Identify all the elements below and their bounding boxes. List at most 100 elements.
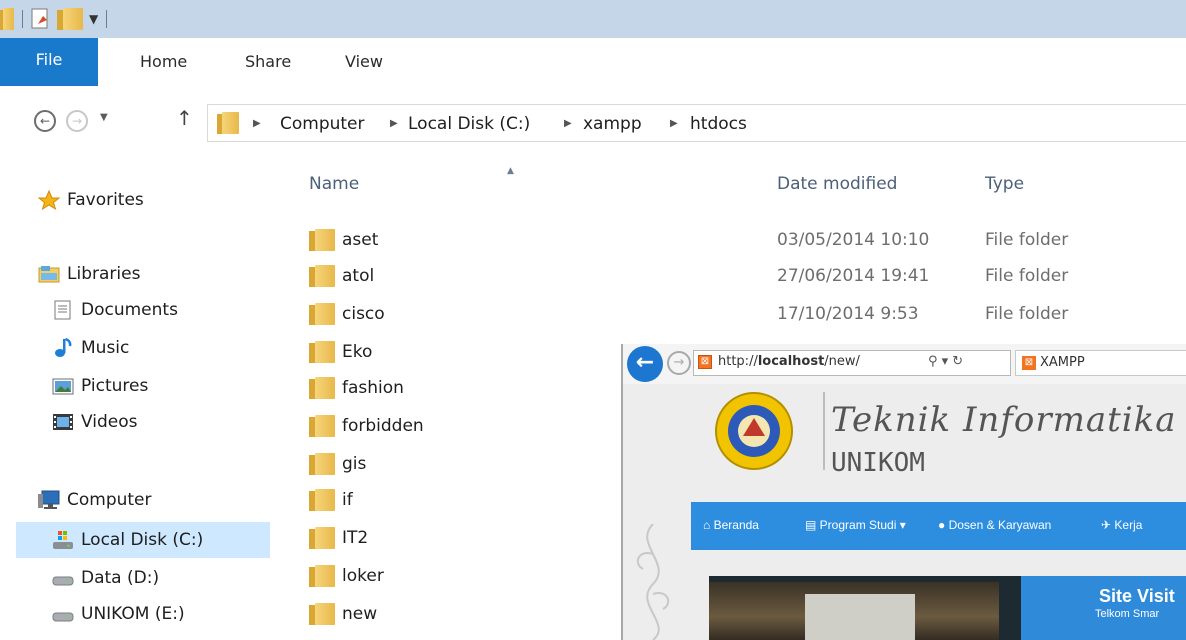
folder-icon [309,603,335,625]
menu-beranda[interactable]: ⌂ Beranda [703,518,759,532]
browser-url: http://localhost/new/ [718,354,860,369]
browser-window: ← → ⊠ http://localhost/new/ ⚲ ▾ ↻ ⊠ XAMP… [621,344,1186,640]
nav-data-d-label: Data (D:) [81,568,160,588]
nav-unikom-e[interactable]: UNIKOM (E:) [52,600,185,628]
nav-favorites-label: Favorites [67,190,144,210]
menu-dosen-karyawan[interactable]: ● Dosen & Karyawan [938,518,1051,532]
nav-videos[interactable]: Videos [52,408,138,436]
breadcrumb-xampp[interactable]: xampp [583,114,642,134]
folder-icon[interactable] [0,8,14,30]
up-arrow-icon[interactable]: ↑ [176,106,193,130]
file-row[interactable]: cisco 17/10/2014 9:53 File folder [275,296,1186,330]
properties-icon[interactable] [31,8,51,30]
file-date: 17/10/2014 9:53 [777,304,919,324]
menu-kerja-label: Kerja [1114,518,1143,532]
folder-icon [217,112,239,134]
recent-locations-icon[interactable]: ▼ [100,112,108,123]
browser-toolbar: ← → ⊠ http://localhost/new/ ⚲ ▾ ↻ ⊠ XAMP… [623,344,1186,385]
folder-icon [309,303,335,325]
column-header-name[interactable]: Name [309,174,359,194]
system-drive-icon [52,530,74,550]
navigation-pane: Favorites Libraries Documents Music Pict… [0,162,275,640]
file-name: fashion [342,378,404,398]
slide-subtext: Telkom Smar [1095,608,1160,620]
web-page: Teknik Informatika UNIKOM ⌂ Beranda ▤ Pr… [623,384,1186,640]
tab-home[interactable]: Home [140,38,187,86]
menu-beranda-label: Beranda [713,518,759,532]
folder-icon [309,229,335,251]
nav-favorites[interactable]: Favorites [37,186,144,214]
nav-libraries-label: Libraries [67,264,141,284]
file-row[interactable]: atol 27/06/2014 19:41 File folder [275,258,1186,292]
site-title: Teknik Informatika [831,400,1177,440]
libraries-icon [38,264,60,284]
url-host: localhost [757,354,825,369]
computer-icon [38,490,60,510]
search-refresh-icons[interactable]: ⚲ ▾ ↻ [928,354,963,369]
chevron-right-icon[interactable]: ▶ [253,118,261,129]
address-toolbar: ← → ▼ ↑ ▶ Computer ▶ Local Disk (C:) ▶ x… [0,86,1186,162]
nav-documents[interactable]: Documents [52,296,178,324]
column-header-date-modified[interactable]: Date modified [777,174,897,194]
nav-computer[interactable]: Computer [38,486,152,514]
file-name: cisco [342,304,385,324]
browser-address-bar[interactable]: ⊠ http://localhost/new/ ⚲ ▾ ↻ [693,350,1011,376]
nav-libraries[interactable]: Libraries [38,260,140,288]
star-icon [37,189,61,211]
tab-view[interactable]: View [345,38,383,86]
nav-pictures-label: Pictures [81,376,149,396]
folder-icon [309,565,335,587]
chevron-right-icon[interactable]: ▶ [390,118,398,129]
browser-back-button[interactable]: ← [627,346,663,382]
pictures-icon [52,376,74,396]
window-title-bar: ▼ [0,0,1186,38]
tab-file[interactable]: File [0,38,98,86]
file-name: if [342,490,353,510]
chevron-right-icon[interactable]: ▶ [564,118,572,129]
column-header-type[interactable]: Type [985,174,1024,194]
xampp-favicon-icon: ⊠ [1022,356,1036,370]
url-path: /new/ [824,354,860,369]
file-type: File folder [985,230,1069,250]
forward-button[interactable]: → [66,110,88,132]
file-name: forbidden [342,416,424,436]
unikom-logo-icon [715,392,793,470]
folder-icon [309,453,335,475]
nav-unikom-e-label: UNIKOM (E:) [81,604,185,624]
menu-program-studi[interactable]: ▤ Program Studi ▾ [805,518,906,532]
header-divider [823,392,825,470]
address-bar[interactable]: ▶ Computer ▶ Local Disk (C:) ▶ xampp ▶ h… [207,104,1186,142]
nav-data-d[interactable]: Data (D:) [52,564,159,592]
file-date: 27/06/2014 19:41 [777,266,930,286]
file-name: Eko [342,342,373,362]
breadcrumb-htdocs[interactable]: htdocs [690,114,747,134]
menu-kerja[interactable]: ✈ Kerja [1101,518,1142,532]
xampp-favicon-icon: ⊠ [698,355,712,369]
menu-program-studi-label: Program Studi [819,518,897,532]
customize-toolbar-dropdown-icon[interactable]: ▼ [89,12,98,26]
browser-tab[interactable]: ⊠ XAMPP [1015,350,1186,376]
nav-music[interactable]: Music [52,334,129,362]
folder-icon [309,377,335,399]
chevron-right-icon[interactable]: ▶ [670,118,678,129]
new-folder-icon[interactable] [57,8,83,30]
file-name: aset [342,230,379,250]
folder-icon [309,489,335,511]
url-scheme: http:// [718,354,758,369]
toolbar-separator [22,10,23,28]
browser-forward-button[interactable]: → [667,351,691,375]
tab-share[interactable]: Share [245,38,291,86]
documents-icon [52,300,74,320]
breadcrumb-local-disk[interactable]: Local Disk (C:) [408,114,530,134]
videos-icon [52,412,74,432]
image-slider[interactable]: Site Visit Telkom Smar [709,576,1186,640]
ribbon: File Home Share View [0,38,1186,87]
nav-local-disk-c[interactable]: Local Disk (C:) [52,526,203,554]
breadcrumb-computer[interactable]: Computer [280,114,365,134]
drive-icon [52,568,74,588]
nav-local-disk-c-label: Local Disk (C:) [81,530,204,550]
nav-pictures[interactable]: Pictures [52,372,148,400]
back-button[interactable]: ← [34,110,56,132]
file-row[interactable]: aset 03/05/2014 10:10 File folder [275,222,1186,256]
floral-ornament-icon [636,524,670,640]
